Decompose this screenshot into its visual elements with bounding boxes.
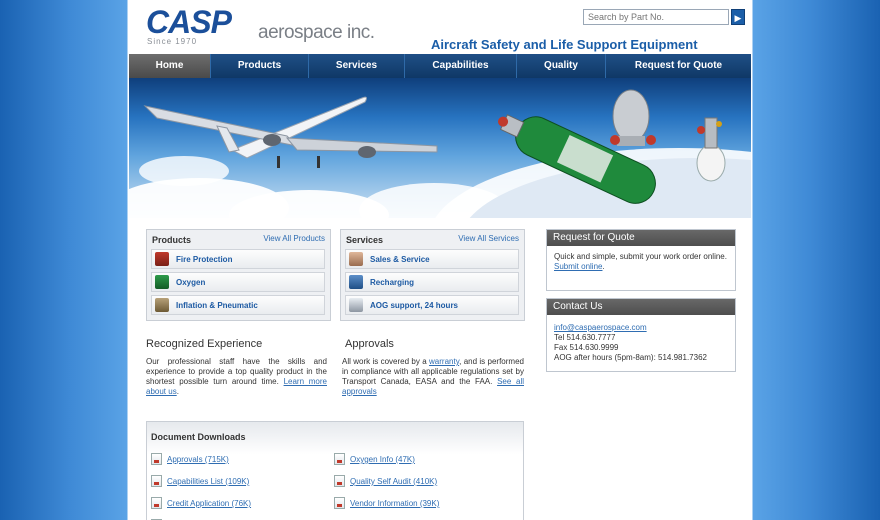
tagline: Aircraft Safety and Life Support Equipme… [431,37,698,52]
nav-services[interactable]: Services [309,54,405,78]
product-label: Inflation & Pneumatic [176,301,258,310]
experience-text: Our professional staff have the skills a… [146,357,327,397]
service-label: AOG support, 24 hours [370,301,459,310]
request-quote-box: Request for Quote Quick and simple, subm… [546,229,736,291]
contact-box: Contact Us info@caspaerospace.com Tel 51… [546,298,736,372]
nav-products[interactable]: Products [211,54,309,78]
approvals-title: Approvals [345,338,394,350]
service-item-recharging[interactable]: Recharging [345,272,519,292]
product-label: Oxygen [176,278,206,287]
logo-brand-suffix: aerospace inc. [258,22,375,43]
document-downloads: Document Downloads Approvals (715K) Capa… [146,421,524,520]
download-link[interactable]: Quality Self Audit (410K) [350,477,437,486]
products-title: Products [152,235,192,245]
recharge-icon [349,275,363,289]
service-item-aog-support[interactable]: AOG support, 24 hours [345,295,519,315]
service-label: Recharging [370,278,415,287]
download-vendor-information[interactable]: Vendor Information (39K) [334,497,439,509]
top-utility-links[interactable] [561,0,741,2]
casp-logo[interactable]: CASP aerospace inc. Since 1970 [146,4,386,46]
download-link[interactable]: Capabilities List (109K) [167,477,249,486]
oxygen-bottle-icon [155,275,169,289]
approvals-text: All work is covered by a warranty, and i… [342,357,524,397]
services-panel: Services View All Services Sales & Servi… [340,229,525,321]
page: CASP aerospace inc. Since 1970 ▶ Aircraf… [129,0,751,520]
pdf-file-icon [151,475,162,487]
request-quote-body: Quick and simple, submit your work order… [547,246,735,278]
products-panel: Products View All Products Fire Protecti… [146,229,331,321]
fire-extinguisher-icon [155,252,169,266]
approvals-body-pre: All work is covered by a [342,357,430,366]
experience-after: . [176,387,179,396]
nav-quality[interactable]: Quality [517,54,606,78]
contact-email-link[interactable]: info@caspaerospace.com [554,323,728,333]
search-button[interactable]: ▶ [731,9,745,25]
contact-aog: AOG after hours (5pm-8am): 514.981.7362 [554,353,707,362]
contact-body: info@caspaerospace.com Tel 514.630.7777 … [547,315,735,369]
download-link[interactable]: Credit Application (76K) [167,499,251,508]
product-label: Fire Protection [176,255,233,264]
service-label: Sales & Service [370,255,430,264]
warranty-link[interactable]: warranty [429,357,459,366]
airplane-illustration [143,96,438,168]
contact-fax: Fax 514.630.9999 [554,343,619,352]
pdf-file-icon [334,453,345,465]
rfq-after: . [602,262,605,271]
download-capabilities[interactable]: Capabilities List (109K) [151,475,249,487]
view-all-services-link[interactable]: View All Services [458,234,519,243]
product-item-fire-protection[interactable]: Fire Protection [151,249,325,269]
pdf-file-icon [151,453,162,465]
request-quote-title: Request for Quote [547,230,735,246]
nav-home[interactable]: Home [129,54,211,78]
hero-banner [129,78,751,218]
oxygen-cylinder-illustration [498,89,726,204]
main-nav: Home Products Services Capabilities Qual… [129,54,751,78]
contact-title: Contact Us [547,299,735,315]
download-link[interactable]: Approvals (715K) [167,455,229,464]
view-all-products-link[interactable]: View All Products [263,234,325,243]
services-title: Services [346,235,384,245]
pdf-file-icon [151,497,162,509]
download-link[interactable]: Vendor Information (39K) [350,499,439,508]
person-icon [349,252,363,266]
nav-capabilities[interactable]: Capabilities [405,54,517,78]
airplane-icon [349,298,363,312]
logo-brand: CASP [146,4,232,40]
experience-title: Recognized Experience [146,338,263,350]
nav-request-for-quote[interactable]: Request for Quote [606,54,751,78]
service-item-sales-service[interactable]: Sales & Service [345,249,519,269]
logo-since: Since 1970 [147,37,198,46]
download-quality-self-audit[interactable]: Quality Self Audit (410K) [334,475,437,487]
download-oxygen-info[interactable]: Oxygen Info (47K) [334,453,415,465]
downloads-title: Document Downloads [151,432,246,442]
contact-tel: Tel 514.630.7777 [554,333,616,342]
valve-icon [155,298,169,312]
pdf-file-icon [334,497,345,509]
download-link[interactable]: Oxygen Info (47K) [350,455,415,464]
submit-online-link[interactable]: Submit online [554,262,602,271]
download-approvals[interactable]: Approvals (715K) [151,453,229,465]
product-item-inflation-pneumatic[interactable]: Inflation & Pneumatic [151,295,325,315]
product-item-oxygen[interactable]: Oxygen [151,272,325,292]
search-input[interactable] [583,9,729,25]
download-credit-application[interactable]: Credit Application (76K) [151,497,251,509]
rfq-text: Quick and simple, submit your work order… [554,252,727,261]
pdf-file-icon [334,475,345,487]
